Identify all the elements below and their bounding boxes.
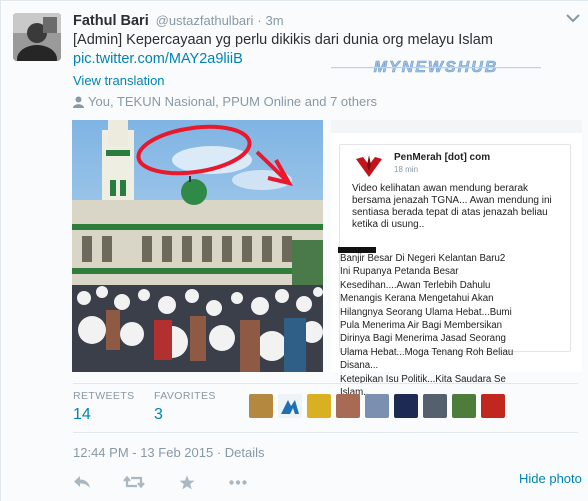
author-fullname[interactable]: Fathul Bari [73,13,149,29]
retweets-count[interactable]: 14 [73,406,135,424]
context-text: You, TEKUN Nasional, PPUM Online and 7 o… [88,94,378,109]
screenshot-page-name: PenMerah [dot] com [394,152,491,163]
tweet-context[interactable]: You, TEKUN Nasional, PPUM Online and 7 o… [73,94,377,109]
engager-avatar[interactable] [423,394,447,418]
tweet-timestamp-row: 12:44 PM - 13 Feb 2015 · Details [73,445,265,460]
screenshot-top-bar [331,120,582,133]
details-link[interactable]: Details [225,445,265,460]
engager-avatar[interactable] [365,394,389,418]
engager-avatar[interactable] [336,394,360,418]
tweet-media-link[interactable]: pic.twitter.com/MAY2a9liiB [73,51,243,67]
engager-avatar[interactable] [394,394,418,418]
engager-avatar[interactable] [249,394,273,418]
retweets-stat[interactable]: RETWEETS 14 [73,390,135,424]
time-separator: · [257,13,262,28]
author-username[interactable]: @ustazfathulbari [156,13,254,28]
hide-photo-link[interactable]: Hide photo [519,471,582,486]
tweet-text-body: [Admin] Kepercayaan yg perlu dikikis dar… [73,32,493,48]
favorites-count[interactable]: 3 [154,406,216,424]
tweet-time[interactable]: 3m [266,13,284,28]
favorites-label: FAVORITES [154,390,216,402]
tweet-header: Fathul Bari @ustazfathulbari · 3m [73,12,284,29]
screenshot-post-time: 18 min [394,165,419,174]
more-icon[interactable] [229,480,247,485]
screenshot-caption: Banjir Besar Di Negeri Kelantan Baru2 In… [340,253,514,399]
favorites-stat[interactable]: FAVORITES 3 [154,390,216,424]
chevron-down-icon[interactable] [566,13,580,23]
favorite-icon[interactable] [179,475,195,490]
engager-avatar[interactable] [307,394,331,418]
tweet-stats: RETWEETS 14 FAVORITES 3 [73,383,578,433]
engager-avatar[interactable] [452,394,476,418]
user-icon [73,96,84,108]
retweet-icon[interactable] [123,475,145,489]
reply-icon[interactable] [73,475,91,489]
engager-avatar[interactable] [278,394,302,418]
details-separator: · [216,445,222,460]
tweet-container: Fathul Bari @ustazfathulbari · 3m [Admin… [0,0,588,501]
engager-avatar[interactable] [481,394,505,418]
mynewshub-watermark: MYNEWSHUB [331,59,541,76]
avatar[interactable] [13,13,61,61]
tweet-card[interactable]: Fathul Bari @ustazfathulbari · 3m [Admin… [1,1,588,501]
penmerah-logo [356,155,382,177]
tweet-timestamp[interactable]: 12:44 PM - 13 Feb 2015 [73,445,213,460]
retweets-label: RETWEETS [73,390,135,402]
view-translation-link[interactable]: View translation [73,73,165,88]
screenshot-post-text: Video kelihatan awan mendung berarak ber… [352,183,552,230]
tweet-photo-mosque[interactable] [72,120,323,372]
